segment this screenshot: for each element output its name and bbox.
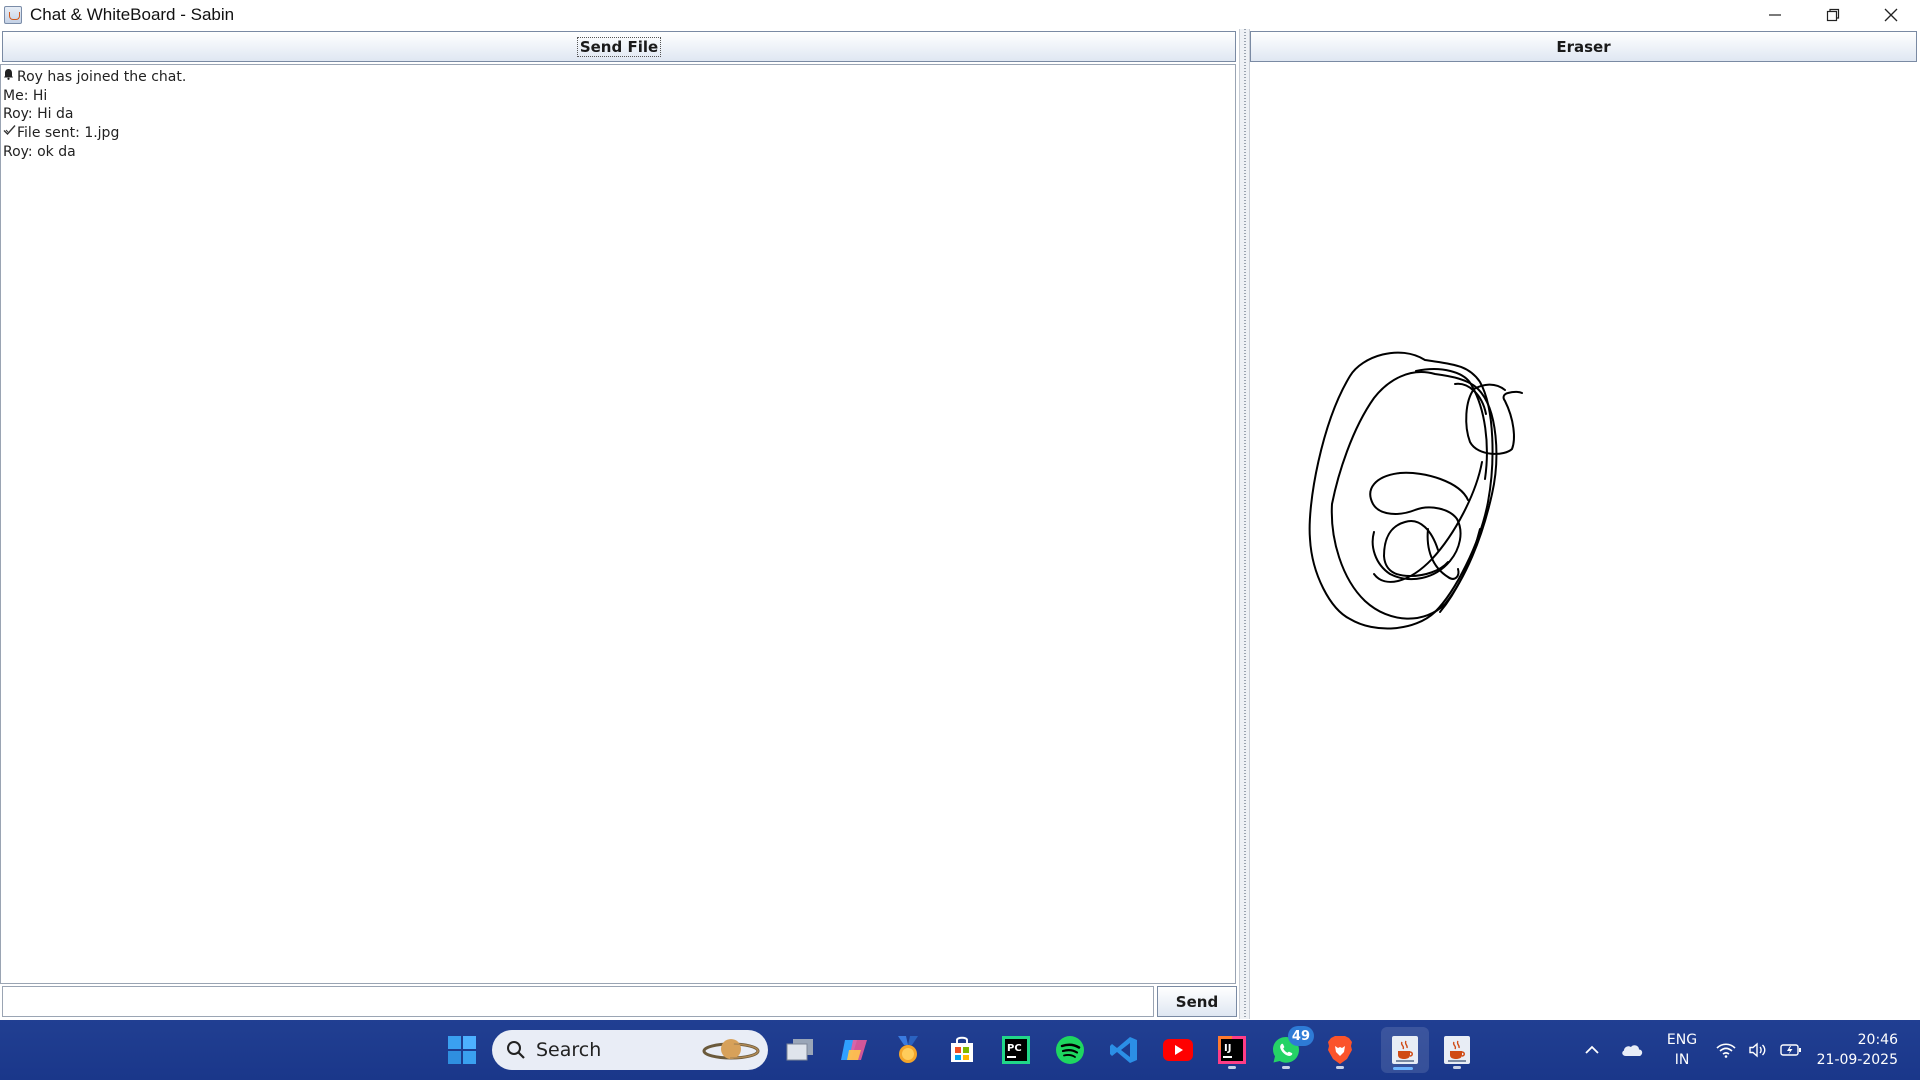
brave-button[interactable] bbox=[1318, 1028, 1362, 1072]
java-icon bbox=[1392, 1036, 1418, 1064]
quick-settings[interactable] bbox=[1716, 1020, 1802, 1080]
running-indicator bbox=[1453, 1066, 1461, 1069]
close-button[interactable] bbox=[1862, 0, 1920, 29]
restore-icon bbox=[1826, 8, 1840, 21]
bell-icon bbox=[3, 68, 17, 87]
chat-message-text: Roy: Hi da bbox=[3, 106, 74, 123]
chevron-up-icon bbox=[1585, 1045, 1599, 1054]
whiteboard-panel: Eraser bbox=[1250, 29, 1920, 1019]
copilot-icon bbox=[841, 1040, 867, 1060]
spotify-button[interactable] bbox=[1048, 1028, 1092, 1072]
start-button[interactable] bbox=[440, 1028, 484, 1072]
lang-line-2: IN bbox=[1674, 1052, 1690, 1068]
spotify-icon bbox=[1056, 1036, 1084, 1064]
vscode-button[interactable] bbox=[1102, 1028, 1146, 1072]
chat-message-text: Roy has joined the chat. bbox=[17, 69, 187, 85]
minimize-icon bbox=[1769, 13, 1781, 16]
chat-message: Roy: ok da bbox=[3, 143, 1233, 162]
system-clock[interactable]: 20:46 21-09-2025 bbox=[1817, 1030, 1898, 1070]
notification-badge: 49 bbox=[1287, 1026, 1314, 1046]
taskbar-search[interactable]: Search bbox=[492, 1030, 768, 1070]
intellij-button[interactable]: IJ bbox=[1210, 1028, 1254, 1072]
java-app-1-button[interactable] bbox=[1381, 1027, 1429, 1073]
java-icon bbox=[1444, 1036, 1470, 1064]
chat-message: Me: Hi bbox=[3, 87, 1233, 106]
chat-panel: Send File Roy has joined the chat. Me: H… bbox=[0, 29, 1238, 1019]
close-icon bbox=[1884, 8, 1898, 21]
search-icon bbox=[507, 1041, 525, 1059]
drawn-strokes bbox=[1308, 351, 1523, 630]
svg-text:IJ: IJ bbox=[1224, 1043, 1231, 1054]
youtube-button[interactable] bbox=[1156, 1028, 1200, 1072]
chat-message: File sent: 1.jpg bbox=[3, 124, 1233, 143]
running-indicator bbox=[1282, 1066, 1290, 1069]
chat-message-text: Me: Hi bbox=[3, 87, 48, 104]
svg-text:PC: PC bbox=[1007, 1043, 1022, 1054]
whiteboard-canvas[interactable] bbox=[1250, 64, 1920, 1019]
java-app-icon bbox=[4, 5, 22, 24]
youtube-icon bbox=[1163, 1039, 1193, 1061]
windows-logo-icon bbox=[448, 1036, 476, 1064]
window-title: Chat & WhiteBoard - Sabin bbox=[30, 4, 235, 24]
chat-history[interactable]: Roy has joined the chat. Me: Hi Roy: Hi … bbox=[0, 64, 1236, 984]
whatsapp-button[interactable]: 49 bbox=[1264, 1026, 1314, 1072]
split-pane-divider[interactable] bbox=[1239, 29, 1250, 1019]
show-hidden-icons-button[interactable] bbox=[1570, 1028, 1614, 1072]
vscode-icon bbox=[1110, 1037, 1137, 1063]
taskbar: Search PC IJ 49 ENG IN 20:46 21-09-2025 bbox=[0, 1020, 1920, 1080]
eraser-button[interactable]: Eraser bbox=[1250, 31, 1917, 62]
onedrive-button[interactable] bbox=[1610, 1028, 1654, 1072]
input-language-indicator[interactable]: ENG IN bbox=[1662, 1030, 1702, 1070]
copilot-button[interactable] bbox=[832, 1028, 876, 1072]
task-view-icon bbox=[786, 1039, 813, 1061]
saturn-icon bbox=[702, 1039, 760, 1060]
restore-button[interactable] bbox=[1804, 0, 1862, 29]
microsoft-store-button[interactable] bbox=[940, 1028, 984, 1072]
brave-icon bbox=[1328, 1036, 1352, 1064]
chat-message-text: File sent: 1.jpg bbox=[17, 125, 120, 142]
search-label: Search bbox=[536, 1039, 602, 1061]
clock-time: 20:46 bbox=[1857, 1032, 1898, 1048]
running-indicator bbox=[1228, 1066, 1236, 1069]
rewards-button[interactable] bbox=[886, 1028, 930, 1072]
wifi-icon bbox=[1716, 1043, 1736, 1058]
java-app-2-button[interactable] bbox=[1435, 1028, 1479, 1072]
send-file-label: Send File bbox=[576, 36, 662, 57]
pycharm-icon: PC bbox=[1002, 1036, 1030, 1064]
minimize-button[interactable] bbox=[1746, 0, 1804, 29]
running-indicator bbox=[1336, 1066, 1344, 1069]
message-input-row: Send bbox=[0, 985, 1238, 1017]
chat-message-text: Roy: ok da bbox=[3, 143, 76, 160]
send-file-button[interactable]: Send File bbox=[2, 31, 1236, 62]
chat-message: Roy has joined the chat. bbox=[3, 68, 1233, 87]
task-view-button[interactable] bbox=[778, 1028, 822, 1072]
chat-message: Roy: Hi da bbox=[3, 105, 1233, 124]
volume-icon bbox=[1749, 1042, 1766, 1058]
checkmark-icon bbox=[3, 124, 17, 143]
medal-icon bbox=[898, 1036, 918, 1063]
intellij-icon: IJ bbox=[1218, 1036, 1246, 1064]
pycharm-button[interactable]: PC bbox=[994, 1028, 1038, 1072]
title-bar: Chat & WhiteBoard - Sabin bbox=[0, 0, 1920, 29]
running-indicator bbox=[1393, 1067, 1413, 1070]
clock-date: 21-09-2025 bbox=[1816, 1052, 1898, 1068]
lang-line-1: ENG bbox=[1666, 1032, 1698, 1048]
cloud-icon bbox=[1622, 1045, 1643, 1056]
store-icon bbox=[951, 1036, 973, 1062]
window-controls bbox=[1746, 0, 1920, 29]
message-input[interactable] bbox=[2, 986, 1154, 1017]
send-button[interactable]: Send bbox=[1157, 986, 1237, 1017]
battery-charging-icon bbox=[1780, 1044, 1801, 1056]
